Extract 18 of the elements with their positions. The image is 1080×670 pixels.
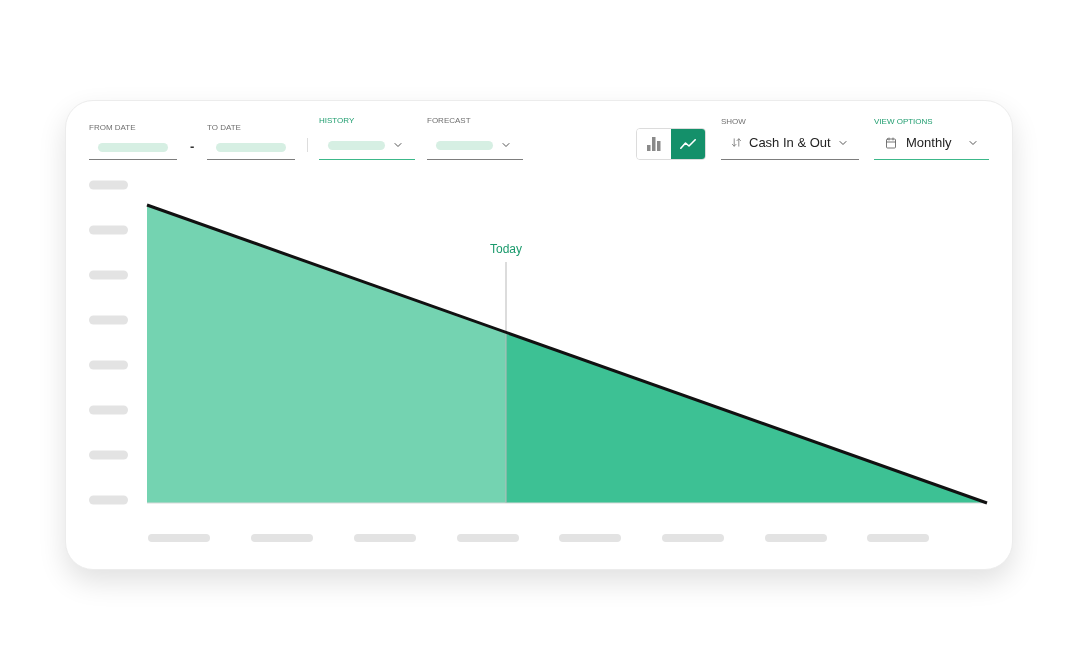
placeholder-bar-icon	[436, 140, 493, 150]
calendar-icon	[885, 136, 897, 149]
field-label: FROM DATE	[89, 123, 137, 133]
placeholder-bar-icon	[216, 143, 286, 152]
field-label: SHOW	[721, 117, 747, 127]
line-chart-icon	[680, 139, 696, 149]
field-label: TO DATE	[207, 123, 242, 133]
view-options-dropdown[interactable]: Monthly	[874, 130, 989, 160]
field-label: VIEW OPTIONS	[874, 117, 934, 127]
placeholder-bar-icon	[328, 140, 385, 150]
field-label: HISTORY	[319, 116, 356, 126]
line-chart-toggle[interactable]	[671, 129, 705, 159]
show-dropdown[interactable]: Cash In & Out	[721, 130, 859, 160]
field-label: FORECAST	[427, 116, 472, 126]
bar-chart-icon	[647, 137, 661, 151]
sort-arrows-icon	[731, 137, 742, 148]
date-separator: -	[190, 139, 195, 155]
placeholder-bar-icon	[98, 143, 168, 152]
